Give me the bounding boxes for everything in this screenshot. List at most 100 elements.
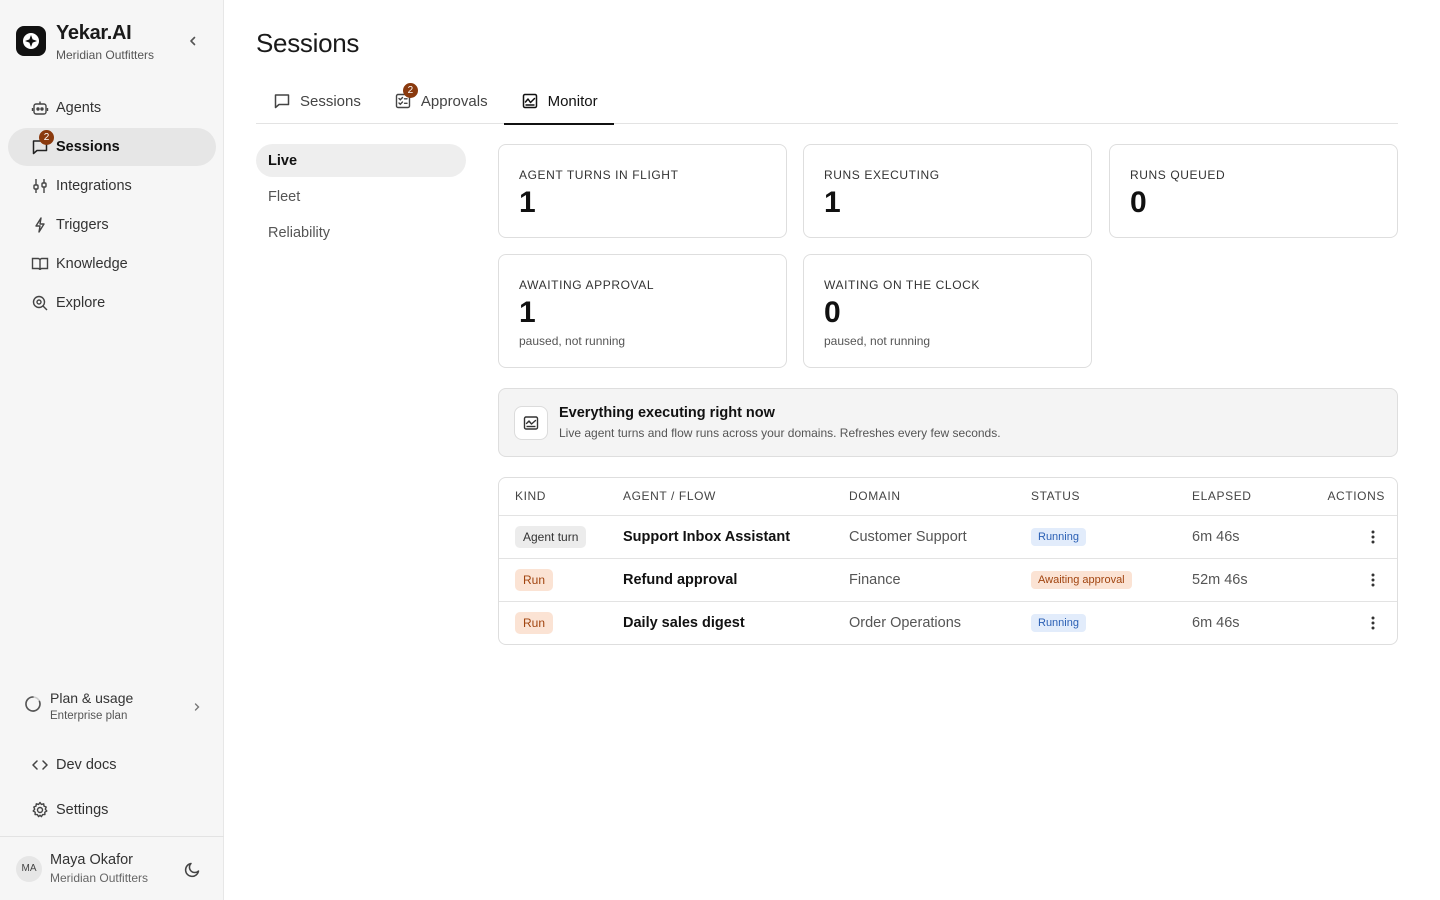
explore-icon — [30, 293, 50, 313]
sidebar: Yekar.AI Meridian Outfitters Agents 2 Se… — [0, 0, 224, 900]
domain-cell: Finance — [849, 558, 1031, 602]
stat-value: 1 — [824, 186, 841, 219]
subnav-reliability[interactable]: Reliability — [256, 216, 466, 249]
collapse-sidebar-button[interactable] — [184, 32, 202, 50]
theme-toggle-button[interactable] — [184, 860, 202, 883]
bolt-icon — [30, 215, 50, 235]
stat-label: Runs queued — [1130, 168, 1226, 182]
user-profile[interactable]: MA Maya Okafor Meridian Outfitters — [0, 836, 224, 900]
column-header-status: Status — [1031, 478, 1192, 516]
status-badge: Awaiting approval — [1031, 570, 1132, 589]
sessions-count-badge: 2 — [39, 130, 54, 145]
stat-value: 1 — [519, 296, 536, 329]
kind-badge: Run — [515, 611, 554, 634]
sidebar-item-label: Triggers — [56, 217, 109, 233]
dev-docs-label: Dev docs — [56, 757, 117, 773]
table-row[interactable]: Run Daily sales digest Order Operations … — [499, 601, 1397, 644]
column-header-agent: Agent / Flow — [623, 478, 849, 516]
row-actions-button[interactable] — [1361, 568, 1385, 592]
plan-title: Plan & usage — [50, 690, 134, 706]
page-title: Sessions — [256, 28, 360, 58]
elapsed-cell: 52m 46s — [1192, 558, 1309, 602]
approvals-count-badge: 2 — [402, 83, 418, 98]
sidebar-item-knowledge[interactable]: Knowledge — [8, 245, 216, 283]
tab-label: Sessions — [300, 92, 361, 110]
agent-name[interactable]: Refund approval — [623, 558, 849, 602]
sidebar-nav: Agents 2 Sessions Integrations Triggers — [8, 89, 216, 323]
integrations-icon — [30, 176, 50, 196]
elapsed-cell: 6m 46s — [1192, 614, 1240, 631]
agent-name[interactable]: Support Inbox Assistant — [623, 515, 849, 559]
status-badge: Running — [1031, 527, 1086, 546]
user-name: Maya Okafor — [50, 852, 133, 868]
stat-value: 1 — [519, 186, 536, 219]
stat-note: paused, not running — [824, 334, 931, 348]
plan-subtitle: Enterprise plan — [50, 710, 128, 722]
info-banner: Everything executing right now Live agen… — [498, 388, 1398, 457]
tab-monitor[interactable]: Monitor — [503, 78, 614, 125]
book-icon — [30, 254, 50, 274]
stat-label: Awaiting approval — [519, 278, 655, 292]
row-actions-button[interactable] — [1361, 525, 1385, 549]
live-runs-table: Kind Agent / Flow Domain Status Elapsed … — [498, 477, 1398, 645]
sidebar-item-explore[interactable]: Explore — [8, 284, 216, 322]
settings-label: Settings — [56, 802, 109, 818]
kebab-icon — [1371, 573, 1375, 586]
main-content: Sessions Sessions 2 Approvals Monitor Li… — [224, 0, 1440, 900]
agent-name[interactable]: Daily sales digest — [623, 601, 849, 644]
kebab-icon — [1371, 616, 1375, 630]
brand-org: Meridian Outfitters — [56, 48, 155, 62]
brand-name: Yekar.AI — [56, 22, 132, 44]
table-row[interactable]: Run Refund approval Finance Awaiting app… — [499, 558, 1397, 602]
stat-card-runs-executing: Runs executing 1 — [803, 144, 1092, 238]
subnav-live[interactable]: Live — [256, 144, 466, 177]
stat-value: 0 — [1130, 186, 1147, 219]
stat-label: Agent turns in flight — [519, 168, 679, 182]
chat-icon: 2 — [30, 130, 54, 157]
column-header-elapsed: Elapsed — [1192, 478, 1309, 516]
chat-icon — [272, 91, 292, 111]
plan-usage-link[interactable]: Plan & usage Enterprise plan — [8, 683, 216, 729]
stat-note: paused, not running — [519, 334, 626, 348]
usage-ring-icon — [24, 695, 42, 718]
checklist-icon: 2 — [393, 83, 418, 111]
domain-cell: Customer Support — [849, 515, 1031, 559]
tab-label: Approvals — [420, 92, 488, 110]
column-header-domain: Domain — [849, 478, 1031, 516]
robot-icon — [30, 98, 50, 118]
row-actions-button[interactable] — [1361, 611, 1385, 635]
sidebar-item-label: Explore — [56, 295, 106, 311]
kind-badge: Run — [515, 568, 554, 591]
table-row[interactable]: Agent turn Support Inbox Assistant Custo… — [499, 515, 1397, 559]
banner-subtitle: Live agent turns and flow runs across yo… — [559, 426, 1001, 440]
sidebar-item-agents[interactable]: Agents — [8, 89, 216, 127]
subnav-fleet[interactable]: Fleet — [256, 180, 466, 213]
sidebar-item-label: Sessions — [56, 139, 120, 155]
sidebar-item-integrations[interactable]: Integrations — [8, 167, 216, 205]
monitor-subnav: Live Fleet Reliability — [256, 144, 466, 252]
column-header-actions: Actions — [1309, 478, 1397, 516]
sidebar-item-label: Integrations — [56, 178, 132, 194]
stat-card-waiting-clock: Waiting on the clock 0 paused, not runni… — [803, 254, 1092, 368]
banner-title: Everything executing right now — [559, 405, 775, 421]
tab-approvals[interactable]: 2 Approvals — [377, 78, 504, 124]
stat-card-agent-turns: Agent turns in flight 1 — [498, 144, 787, 238]
sidebar-item-sessions[interactable]: 2 Sessions — [8, 128, 216, 166]
stat-value: 0 — [824, 296, 841, 329]
settings-link[interactable]: Settings — [8, 792, 216, 828]
chevron-left-icon — [190, 36, 196, 46]
moon-icon — [184, 862, 200, 878]
table-header-row: Kind Agent / Flow Domain Status Elapsed … — [499, 478, 1397, 516]
stat-label: Waiting on the clock — [824, 278, 981, 292]
avatar: MA — [16, 855, 42, 882]
code-icon — [30, 755, 50, 775]
brand: Yekar.AI Meridian Outfitters — [16, 22, 154, 62]
brand-logo-icon — [16, 26, 46, 56]
sidebar-item-triggers[interactable]: Triggers — [8, 206, 216, 244]
stat-card-runs-queued: Runs queued 0 — [1109, 144, 1398, 238]
dev-docs-link[interactable]: Dev docs — [8, 747, 216, 783]
elapsed-cell: 6m 46s — [1192, 515, 1309, 559]
tab-label: Monitor — [547, 92, 598, 110]
stat-card-awaiting-approval: Awaiting approval 1 paused, not running — [498, 254, 787, 368]
tab-sessions[interactable]: Sessions — [256, 78, 377, 124]
